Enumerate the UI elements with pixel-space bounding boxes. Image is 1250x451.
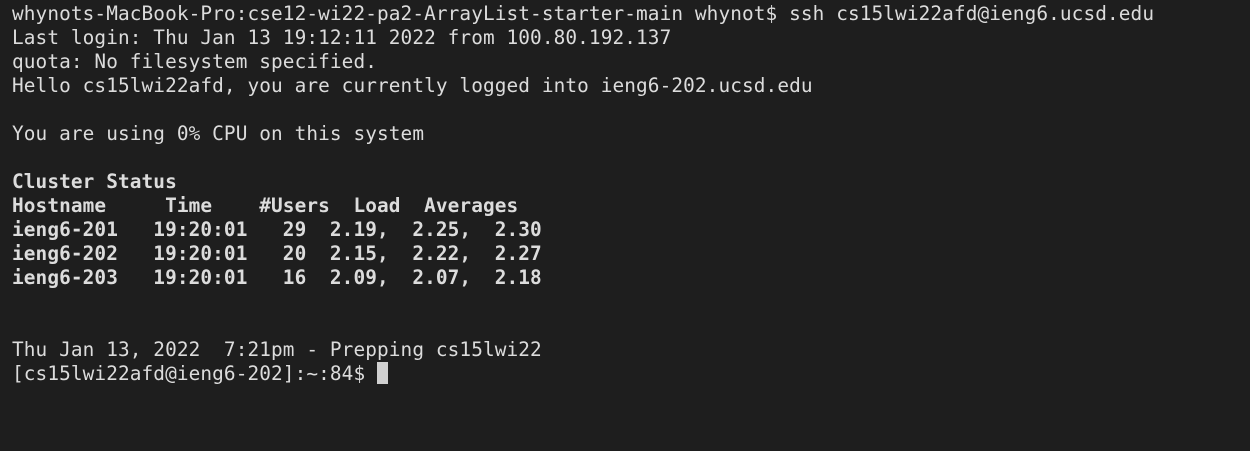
terminal-line: Hostname Time #Users Load Averages xyxy=(12,194,519,217)
text-cursor xyxy=(377,362,388,384)
terminal-line: quota: No filesystem specified. xyxy=(12,50,377,73)
prompt-line[interactable]: [cs15lwi22afd@ieng6-202]:~:84$ xyxy=(12,362,1250,386)
terminal-output: whynots-MacBook-Pro:cse12-wi22-pa2-Array… xyxy=(12,2,1250,362)
terminal-line: Hello cs15lwi22afd, you are currently lo… xyxy=(12,74,813,97)
terminal-line: ieng6-203 19:20:01 16 2.09, 2.07, 2.18 xyxy=(12,266,542,289)
terminal-line: You are using 0% CPU on this system xyxy=(12,122,425,145)
shell-prompt: [cs15lwi22afd@ieng6-202]:~:84$ xyxy=(12,362,377,385)
terminal-line: whynots-MacBook-Pro:cse12-wi22-pa2-Array… xyxy=(12,2,1155,25)
terminal-line: Cluster Status xyxy=(12,170,177,193)
terminal-line: Last login: Thu Jan 13 19:12:11 2022 fro… xyxy=(12,26,672,49)
terminal-line: ieng6-202 19:20:01 20 2.15, 2.22, 2.27 xyxy=(12,242,542,265)
terminal-line: Thu Jan 13, 2022 7:21pm - Prepping cs15l… xyxy=(12,338,542,361)
terminal-line: ieng6-201 19:20:01 29 2.19, 2.25, 2.30 xyxy=(12,218,542,241)
terminal-window[interactable]: whynots-MacBook-Pro:cse12-wi22-pa2-Array… xyxy=(0,0,1250,386)
